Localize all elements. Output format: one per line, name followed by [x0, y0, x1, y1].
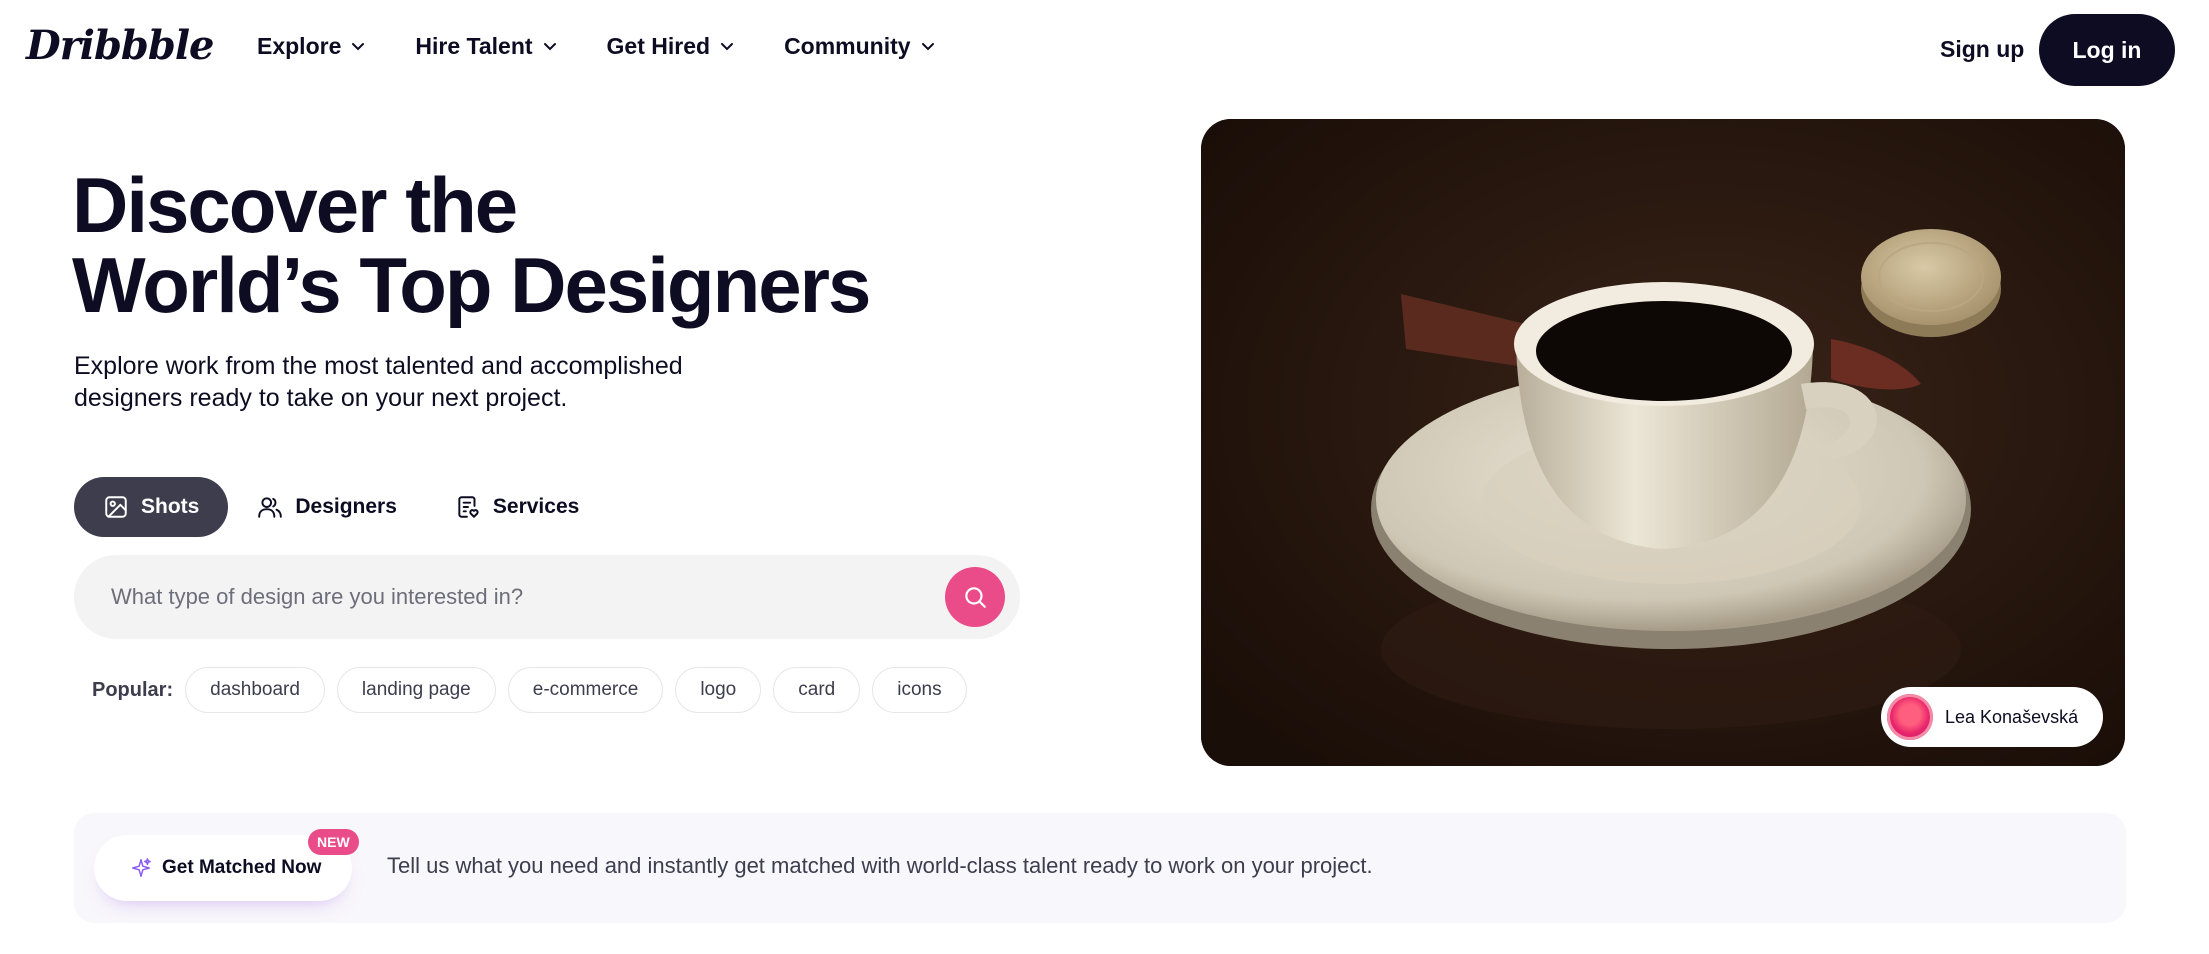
nav-hire-talent[interactable]: Hire Talent	[415, 33, 556, 60]
tag-chip[interactable]: icons	[872, 667, 967, 713]
image-icon	[105, 496, 127, 518]
search-button[interactable]	[945, 567, 1005, 627]
nav-get-hired-label: Get Hired	[606, 33, 711, 59]
chevron-down-icon	[352, 42, 365, 50]
nav-explore-label: Explore	[257, 33, 342, 59]
sign-up-link[interactable]: Sign up	[1940, 36, 2024, 63]
hero-subtitle: Explore work from the most talented and …	[74, 352, 683, 412]
tab-services-label: Services	[492, 495, 580, 518]
hero-title: Discover the World’s Top Designers	[72, 165, 1072, 325]
chevron-down-icon	[921, 42, 934, 50]
sparkle-icon	[132, 858, 151, 877]
nav-community[interactable]: Community	[784, 33, 935, 60]
tab-designers-label: Designers	[295, 495, 397, 518]
nav-hire-talent-label: Hire Talent	[415, 33, 533, 59]
tag-chip[interactable]: landing page	[336, 667, 496, 713]
search-bar	[74, 555, 1020, 639]
hero-title-line-2: World’s Top Designers	[72, 241, 871, 329]
tab-shots[interactable]: Shots	[74, 477, 229, 537]
avatar	[1887, 694, 1933, 740]
tab-designers[interactable]: Designers	[228, 477, 426, 537]
hero-media[interactable]: Lea Konaševská	[1201, 119, 2125, 766]
log-in-button[interactable]: Log in	[2039, 14, 2175, 86]
new-badge: NEW	[308, 829, 359, 855]
nav-explore[interactable]: Explore	[257, 33, 365, 60]
shot-author-name: Lea Konaševská	[1945, 706, 2079, 727]
popular-tags: Popular: dashboard landing page e-commer…	[92, 667, 979, 713]
hero-title-line-1: Discover the	[72, 161, 518, 249]
search-input[interactable]	[111, 555, 891, 639]
search-type-tabs: Shots Designers Services	[74, 477, 608, 537]
service-list-icon	[458, 496, 479, 518]
tag-chip[interactable]: card	[773, 667, 861, 713]
popular-label: Popular:	[92, 678, 174, 701]
page: Dribbble Explore Hire Talent Get Hired C…	[0, 0, 2209, 954]
dribbble-logo[interactable]: Dribbble	[26, 22, 215, 69]
nav-community-label: Community	[784, 33, 911, 59]
shot-author-badge[interactable]: Lea Konaševská	[1881, 687, 2104, 747]
tab-services[interactable]: Services	[426, 477, 608, 537]
main-nav: Explore Hire Talent Get Hired Community	[257, 33, 985, 60]
chevron-down-icon	[543, 42, 556, 50]
chevron-down-icon	[721, 42, 734, 50]
banner-description: Tell us what you need and instantly get …	[387, 853, 1373, 878]
users-icon	[258, 497, 283, 518]
tab-shots-label: Shots	[141, 495, 200, 518]
nav-get-hired[interactable]: Get Hired	[607, 33, 735, 60]
tag-chip[interactable]: logo	[675, 667, 762, 713]
tag-chip[interactable]: e-commerce	[507, 667, 664, 713]
get-matched-banner: Get Matched Now NEW Tell us what you nee…	[74, 813, 2126, 923]
search-icon	[965, 587, 986, 608]
coffee-cup-illustration	[1201, 119, 2125, 766]
tag-chip[interactable]: dashboard	[185, 667, 325, 713]
get-matched-label: Get Matched Now	[162, 857, 322, 878]
